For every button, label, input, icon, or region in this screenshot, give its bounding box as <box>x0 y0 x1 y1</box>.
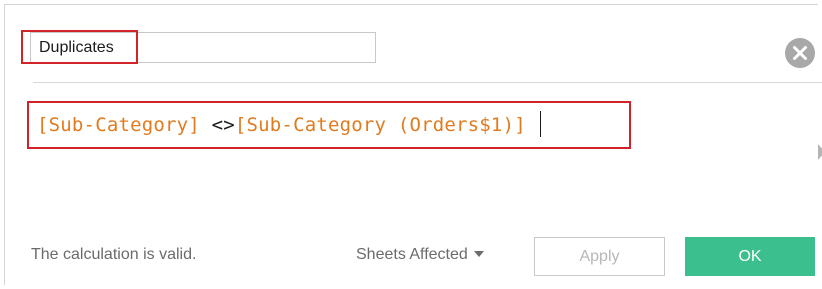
formula-operator: <> <box>199 114 235 136</box>
calculation-name-field[interactable] <box>30 32 376 63</box>
calculation-name-input[interactable] <box>31 33 375 62</box>
chevron-right-icon[interactable] <box>818 144 822 160</box>
formula-field-ref: [Sub-Category] <box>37 114 200 136</box>
calculation-dialog: [Sub-Category] <>[Sub-Category (Orders$1… <box>4 4 822 285</box>
apply-button[interactable]: Apply <box>534 237 665 276</box>
sheets-affected-label: Sheets Affected <box>356 246 468 263</box>
formula-editor[interactable]: [Sub-Category] <>[Sub-Category (Orders$1… <box>27 101 631 149</box>
text-caret <box>539 110 542 137</box>
chevron-down-icon <box>473 250 484 257</box>
validation-status: The calculation is valid. <box>31 246 197 263</box>
divider <box>33 82 822 83</box>
close-circle-icon <box>793 46 807 60</box>
close-button[interactable] <box>785 38 815 68</box>
formula-field-ref: [Sub-Category (Orders$1)] <box>234 114 526 136</box>
sheets-affected-dropdown[interactable]: Sheets Affected <box>356 246 484 264</box>
ok-button[interactable]: OK <box>685 237 815 276</box>
